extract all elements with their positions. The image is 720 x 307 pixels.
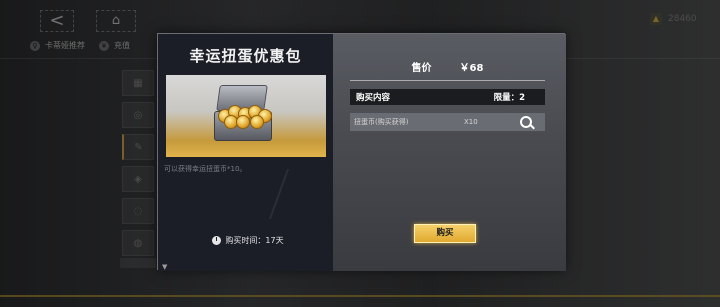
- purchase-pane: 售价 ￥68 购买内容 限量：2 扭蛋币(购买获得) X10 购买: [333, 34, 566, 271]
- package-image: [166, 75, 326, 157]
- scroll-down-icon[interactable]: ▼: [162, 263, 167, 271]
- price-divider: [350, 80, 545, 81]
- price-value: ￥68: [459, 62, 484, 74]
- package-description: 可以获得幸运扭蛋币*10。: [164, 165, 247, 173]
- item-name: 扭蛋币(购买获得): [354, 118, 409, 126]
- clock-icon: [212, 235, 222, 245]
- decorative-shape: [268, 169, 328, 219]
- contents-item-row: 扭蛋币(购买获得) X10: [350, 113, 545, 131]
- limit-label: 限量：2: [493, 93, 525, 103]
- item-quantity: X10: [464, 118, 478, 126]
- purchase-time-text: 购买时间：17天: [225, 235, 284, 245]
- package-dialog: 幸运扭蛋优惠包 可以获得幸运扭蛋币*10。 购买时间：17天 售价 ￥68 购买…: [157, 33, 566, 271]
- price-label: 售价: [411, 62, 432, 74]
- package-title: 幸运扭蛋优惠包: [189, 47, 302, 65]
- zoom-icon[interactable]: [520, 116, 532, 128]
- list-scroll-area[interactable]: [120, 258, 156, 268]
- price-row: 售价 ￥68: [350, 56, 545, 76]
- contents-label: 购买内容: [356, 93, 391, 103]
- purchase-time-badge: 购买时间：17天: [198, 233, 298, 247]
- coin-chest-icon: [214, 85, 272, 141]
- package-info-pane: 幸运扭蛋优惠包 可以获得幸运扭蛋币*10。 购买时间：17天: [158, 34, 333, 271]
- contents-header: 购买内容 限量：2: [350, 89, 545, 105]
- buy-button[interactable]: 购买: [414, 224, 476, 243]
